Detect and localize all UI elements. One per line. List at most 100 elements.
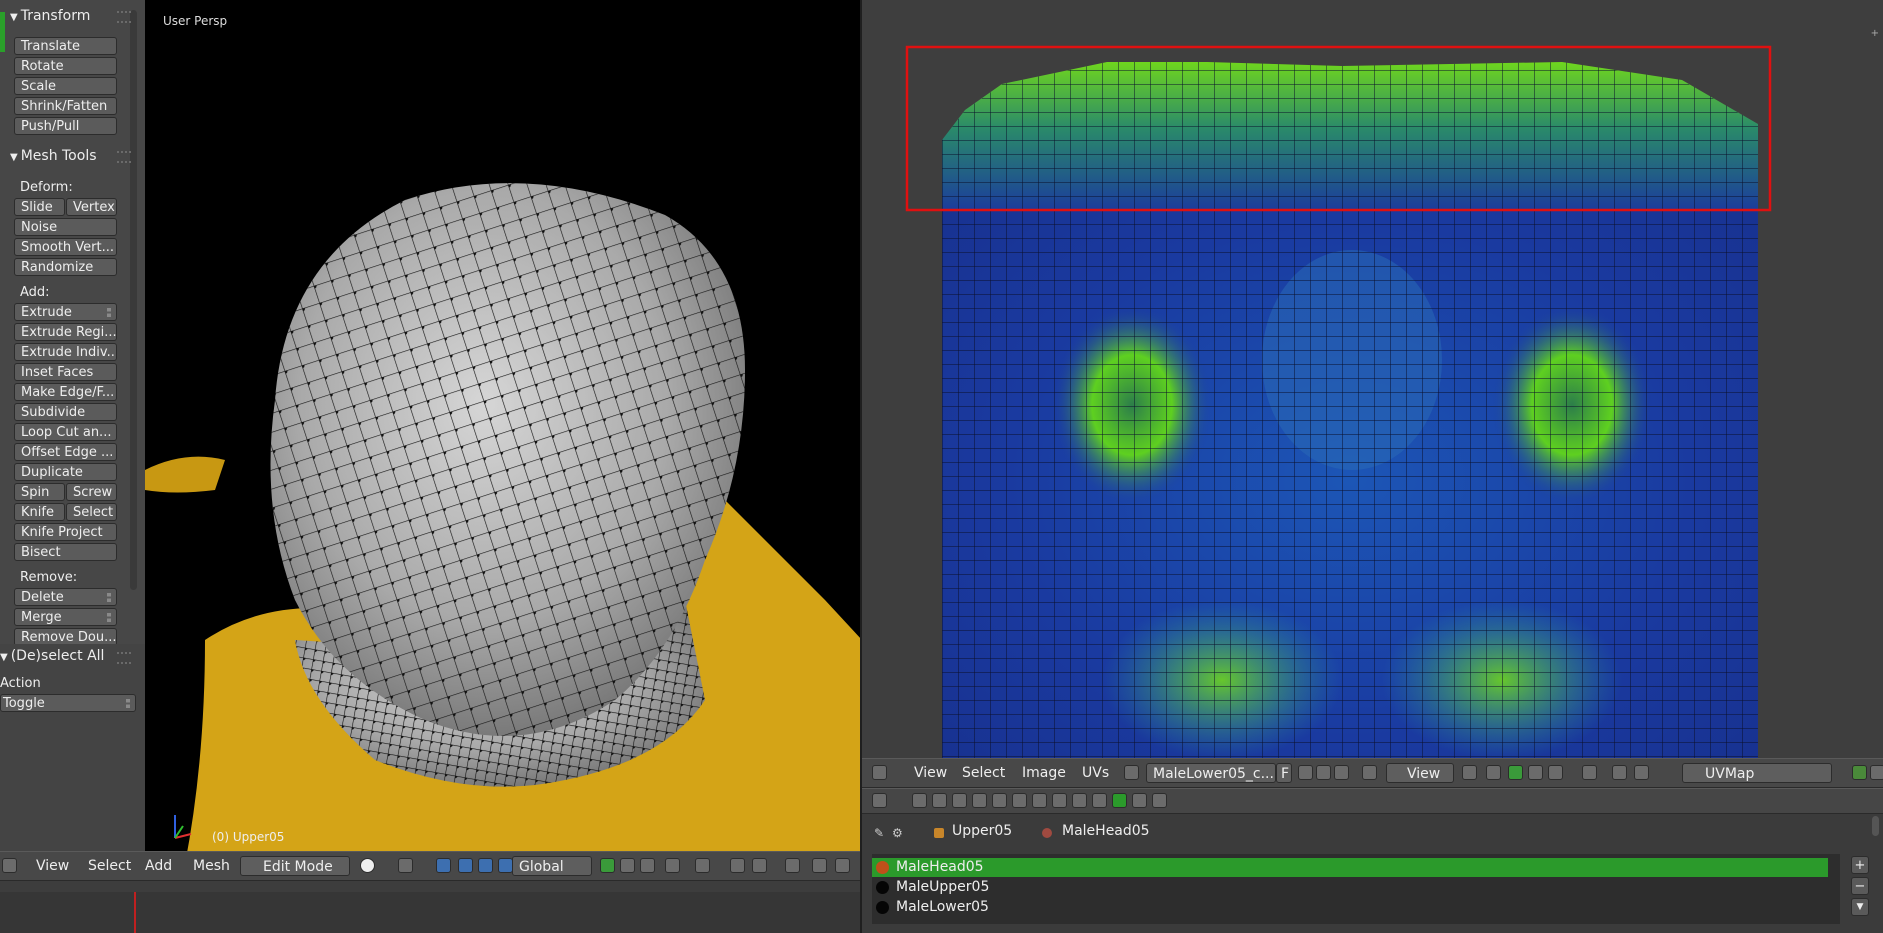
operator-panel-header[interactable]: ▼ (De)select All — [0, 648, 104, 664]
proportional-edit-icon[interactable] — [1582, 765, 1597, 780]
particles-tab-icon[interactable] — [1072, 793, 1087, 808]
extrude-individual-button[interactable]: Extrude Indiv... — [14, 343, 117, 361]
constraints-tab-icon[interactable] — [992, 793, 1007, 808]
scale-button[interactable]: Scale — [14, 77, 117, 95]
opengl-render-icon[interactable] — [835, 858, 850, 873]
checker-icon[interactable] — [1870, 765, 1883, 780]
knife-project-button[interactable]: Knife Project — [14, 523, 117, 541]
image-name-field[interactable]: MaleLower05_c... — [1146, 763, 1276, 783]
snap-icon[interactable] — [752, 858, 767, 873]
panel-grip-icon[interactable] — [117, 151, 131, 163]
delete-dropdown[interactable]: Delete — [14, 588, 117, 606]
push-pull-button[interactable]: Push/Pull — [14, 117, 117, 135]
rotate-manipulator-icon[interactable] — [478, 858, 493, 873]
editor-type-icon[interactable] — [872, 765, 887, 780]
shrink-fatten-button[interactable]: Shrink/Fatten — [14, 97, 117, 115]
snap-target-icon[interactable] — [785, 858, 800, 873]
slot-menu-button[interactable]: ▼ — [1851, 898, 1869, 916]
new-image-icon[interactable] — [1298, 765, 1313, 780]
menu-view[interactable]: View — [36, 858, 69, 874]
noise-button[interactable]: Noise — [14, 218, 117, 236]
translate-button[interactable]: Translate — [14, 37, 117, 55]
view-mode-dropdown[interactable]: View — [1386, 763, 1454, 783]
loop-cut-button[interactable]: Loop Cut an... — [14, 423, 117, 441]
layer-icon[interactable] — [600, 858, 615, 873]
undo-history-icon[interactable] — [730, 858, 745, 873]
render-tab-icon[interactable] — [912, 793, 927, 808]
offset-edge-button[interactable]: Offset Edge ... — [14, 443, 117, 461]
texture-tab-icon[interactable] — [1132, 793, 1147, 808]
sync-selection-icon[interactable] — [1486, 765, 1501, 780]
uv-map-field[interactable]: UVMap — [1682, 763, 1832, 783]
merge-dropdown[interactable]: Merge — [14, 608, 117, 626]
data-tab-icon[interactable] — [1032, 793, 1047, 808]
list-item[interactable]: MaleLower05 — [872, 898, 1828, 917]
bisect-button[interactable]: Bisect — [14, 543, 117, 561]
knife-select-button[interactable]: Select — [66, 503, 117, 521]
playhead[interactable] — [134, 892, 136, 933]
extrude-region-button[interactable]: Extrude Regi... — [14, 323, 117, 341]
menu-select[interactable]: Select — [962, 765, 1005, 781]
tools-tab-indicator[interactable] — [0, 12, 5, 52]
mesh-tools-panel-header[interactable]: ▼ Mesh Tools — [10, 148, 97, 164]
knife-button[interactable]: Knife — [14, 503, 65, 521]
menu-mesh[interactable]: Mesh — [193, 858, 230, 874]
screw-button[interactable]: Screw — [66, 483, 117, 501]
uv-editor[interactable]: + — [862, 0, 1883, 758]
menu-uvs[interactable]: UVs — [1082, 765, 1109, 781]
scene-tab-icon[interactable] — [932, 793, 947, 808]
world-tab-icon[interactable] — [952, 793, 967, 808]
editor-type-icon[interactable] — [872, 793, 887, 808]
edge-select-icon[interactable] — [1528, 765, 1543, 780]
manipulator-icon[interactable] — [436, 858, 451, 873]
shading-sphere-icon[interactable] — [360, 858, 375, 873]
menu-select[interactable]: Select — [88, 858, 131, 874]
tool-shelf-scrollbar[interactable] — [130, 10, 137, 590]
fake-user-button[interactable]: F — [1276, 763, 1292, 783]
panel-grip-icon[interactable] — [117, 11, 131, 23]
list-item[interactable]: MaleUpper05 — [872, 878, 1828, 897]
layer-icon[interactable] — [620, 858, 635, 873]
open-image-icon[interactable] — [1316, 765, 1331, 780]
properties-scrollbar[interactable] — [1872, 816, 1879, 836]
inset-faces-button[interactable]: Inset Faces — [14, 363, 117, 381]
mode-dropdown[interactable]: Edit Mode — [240, 856, 350, 876]
material-tab-icon[interactable] — [1112, 793, 1127, 808]
corner-plus-icon[interactable]: + — [1871, 28, 1879, 39]
image-browse-icon[interactable] — [1124, 765, 1139, 780]
spin-button[interactable]: Spin — [14, 483, 65, 501]
3d-viewport[interactable]: User Persp (0) Upper05 — [145, 0, 862, 864]
make-edge-face-button[interactable]: Make Edge/F... — [14, 383, 117, 401]
orientation-dropdown[interactable]: Global — [512, 856, 592, 876]
slide-button[interactable]: Slide — [14, 198, 65, 216]
scale-manipulator-icon[interactable] — [498, 858, 513, 873]
render-icon[interactable] — [812, 858, 827, 873]
add-slot-button[interactable]: + — [1851, 856, 1869, 874]
remove-slot-button[interactable]: − — [1851, 877, 1869, 895]
smooth-vertex-button[interactable]: Smooth Vert... — [14, 238, 117, 256]
face-select-icon[interactable] — [1548, 765, 1563, 780]
close-icon[interactable] — [1334, 765, 1349, 780]
vertex-select-icon[interactable] — [665, 858, 680, 873]
panel-grip-icon[interactable] — [117, 652, 131, 664]
list-item[interactable]: MaleHead05 — [872, 858, 1828, 877]
pivot-icon[interactable] — [1462, 765, 1477, 780]
undo-history-icon[interactable] — [1612, 765, 1627, 780]
rotate-button[interactable]: Rotate — [14, 57, 117, 75]
physics-tab-icon[interactable] — [1092, 793, 1107, 808]
translate-manipulator-icon[interactable] — [458, 858, 473, 873]
snap-icon[interactable] — [1634, 765, 1649, 780]
modifiers-tab-icon[interactable] — [1012, 793, 1027, 808]
pin-icon[interactable] — [1362, 765, 1377, 780]
pin-icon[interactable]: ✎ — [874, 826, 884, 840]
menu-add[interactable]: Add — [145, 858, 172, 874]
texture-tab-icon[interactable] — [1152, 793, 1167, 808]
layer-icon[interactable] — [640, 858, 655, 873]
vertex-select-icon[interactable] — [1508, 765, 1523, 780]
transform-panel-header[interactable]: ▼ Transform — [10, 8, 90, 24]
pivot-icon[interactable] — [398, 858, 413, 873]
image-icon[interactable] — [1852, 765, 1867, 780]
action-dropdown[interactable]: Toggle — [0, 694, 136, 712]
editor-type-icon[interactable] — [2, 858, 17, 873]
menu-view[interactable]: View — [914, 765, 947, 781]
